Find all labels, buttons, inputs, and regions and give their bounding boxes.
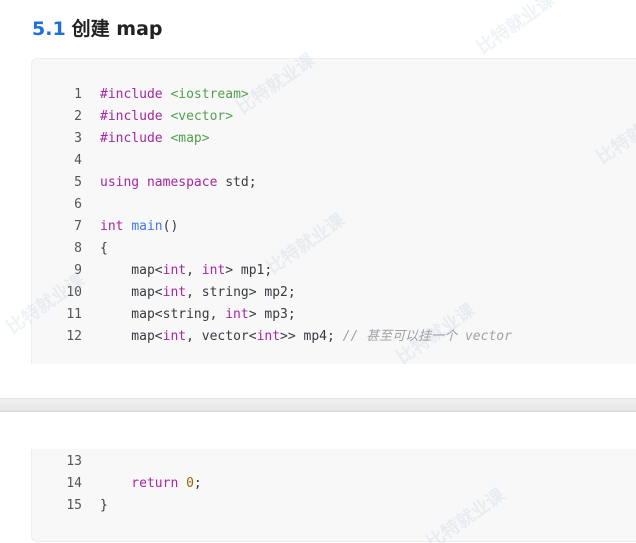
code-token: int	[256, 329, 281, 344]
code-token: int	[225, 307, 249, 322]
line-number: 13	[66, 454, 82, 469]
code-text: map<int, string> mp2;	[100, 282, 296, 304]
line-number: 4	[74, 153, 82, 168]
code-token: , string> mp2;	[186, 285, 296, 300]
code-token: #include	[100, 87, 171, 102]
code-token: using namespace	[100, 175, 226, 190]
code-token: map<string,	[100, 307, 226, 322]
section-title: 创建 map	[71, 18, 163, 40]
section-number: 5.1	[32, 18, 66, 40]
code-token: {	[100, 241, 108, 256]
code-token: #include	[100, 109, 171, 124]
watermark: 比特就业课	[472, 0, 559, 59]
line-number: 12	[66, 329, 82, 344]
code-text: map<string, int> mp3;	[100, 304, 296, 326]
code-token: map<	[100, 329, 163, 344]
line-number: 6	[74, 197, 82, 212]
code-token: int	[162, 285, 187, 300]
code-token: std;	[225, 175, 257, 190]
line-number: 5	[74, 175, 82, 190]
code-token: int	[201, 263, 226, 278]
line-number: 14	[66, 476, 82, 491]
code-token: , vector<	[186, 329, 257, 344]
code-token: ()	[162, 219, 179, 234]
code-token: return	[100, 476, 187, 491]
code-token: ;	[193, 476, 202, 491]
line-number: 1	[74, 87, 82, 102]
code-text: map<int, int> mp1;	[100, 260, 272, 282]
code-text: int main()	[100, 216, 178, 238]
code-text: }	[100, 495, 108, 517]
code-text: #include <vector>	[100, 106, 233, 128]
code-token: <map>	[170, 131, 210, 146]
code-text: #include <iostream>	[100, 84, 249, 106]
code-token: >> mp4;	[280, 329, 343, 344]
code-token: <vector>	[170, 109, 234, 124]
code-token: main	[131, 219, 163, 234]
code-token: 0	[186, 476, 194, 491]
code-text: {	[100, 238, 108, 260]
code-token: map<	[100, 285, 163, 300]
code-token: int	[100, 219, 132, 234]
code-token: #include	[100, 131, 171, 146]
line-number: 3	[74, 131, 82, 146]
code-token: int	[162, 263, 187, 278]
line-number: 2	[74, 109, 82, 124]
code-token: > mp3;	[248, 307, 296, 322]
code-token: ,	[186, 263, 202, 278]
line-number: 7	[74, 219, 82, 234]
line-number: 8	[74, 241, 82, 256]
code-token: }	[100, 498, 108, 513]
code-text: using namespace std;	[100, 172, 257, 194]
code-token: map<	[100, 263, 163, 278]
code-token: int	[162, 329, 187, 344]
code-text: return 0;	[100, 473, 202, 495]
line-number: 15	[66, 498, 82, 513]
code-text: #include <map>	[100, 128, 210, 150]
section-heading: 5.1 创建 map	[32, 14, 163, 41]
page-break	[0, 398, 636, 412]
code-block-continued: 13 14 return 0; 15}	[31, 449, 636, 542]
